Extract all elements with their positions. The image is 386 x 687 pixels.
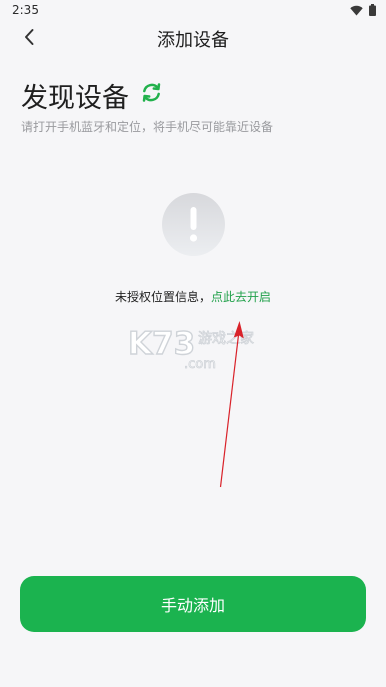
nav-bar: 添加设备 <box>0 20 386 54</box>
watermark-domain: .com <box>184 357 216 372</box>
status-time: 2:35 <box>12 3 39 17</box>
status-icons <box>350 4 376 16</box>
status-bar: 2:35 <box>0 0 386 20</box>
watermark-logo: K73 游戏之家 .com <box>127 322 256 372</box>
enable-location-link[interactable]: 点此去开启 <box>211 290 271 304</box>
wifi-icon <box>350 5 363 15</box>
refresh-button[interactable] <box>140 81 163 104</box>
refresh-icon <box>142 83 161 102</box>
location-permission-message: 未授权位置信息，点此去开启 <box>0 288 386 305</box>
manual-add-button[interactable]: 手动添加 <box>20 576 366 632</box>
discover-hint: 请打开手机蓝牙和定位，将手机尽可能靠近设备 <box>21 120 274 134</box>
watermark-site: 游戏之家 <box>198 330 254 347</box>
page-title: 添加设备 <box>157 30 229 51</box>
warning-message: 未授权位置信息， <box>114 290 211 304</box>
discover-title: 发现设备 <box>21 83 129 114</box>
battery-icon <box>369 4 376 16</box>
warning-icon <box>162 193 225 256</box>
